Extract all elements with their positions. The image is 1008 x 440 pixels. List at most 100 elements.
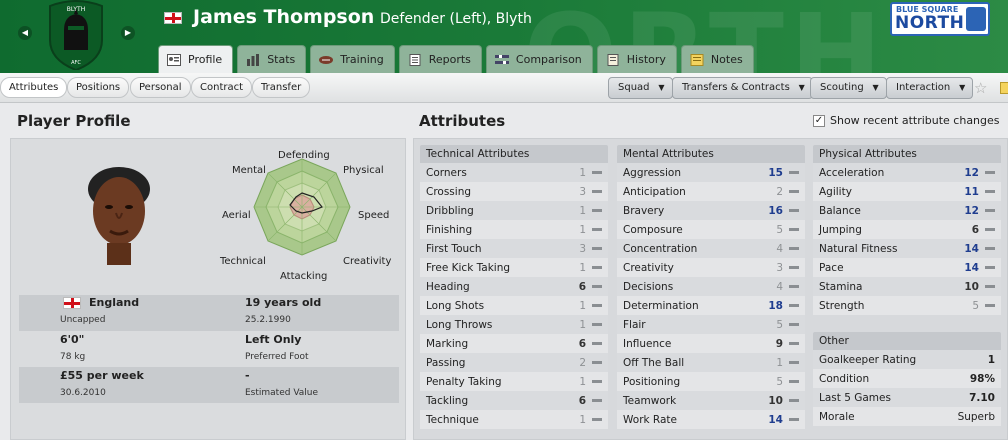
trend-icon <box>586 171 608 174</box>
attribute-row[interactable]: Concentration 4 <box>617 239 805 258</box>
attribute-value: 3 <box>776 261 783 274</box>
trend-icon <box>979 247 1001 250</box>
scouting-dropdown[interactable]: Scouting ▼ <box>810 77 887 99</box>
trend-icon <box>783 323 805 326</box>
attribute-value: 2 <box>776 185 783 198</box>
attribute-row[interactable]: Corners 1 <box>420 163 608 182</box>
transfers-contracts-dropdown[interactable]: Transfers & Contracts ▼ <box>672 77 813 99</box>
trend-icon <box>979 304 1001 307</box>
attributes-title: Attributes <box>419 112 506 130</box>
attribute-name: Stamina <box>819 280 863 293</box>
attribute-row[interactable]: Tackling 6 <box>420 391 608 410</box>
tab-label: Stats <box>267 53 296 66</box>
subtab-attributes[interactable]: Attributes <box>0 77 68 98</box>
attribute-row[interactable]: Bravery 16 <box>617 201 805 220</box>
dropdown-label: Transfers & Contracts <box>682 82 790 93</box>
attribute-name: Tackling <box>426 394 469 407</box>
attribute-row[interactable]: Technique 1 <box>420 410 608 429</box>
player-age: 19 years old <box>245 296 322 309</box>
attribute-row[interactable]: Dribbling 1 <box>420 201 608 220</box>
squad-dropdown[interactable]: Squad ▼ <box>608 77 673 99</box>
attribute-value: 6 <box>578 337 586 350</box>
attribute-row[interactable]: Creativity 3 <box>617 258 805 277</box>
attribute-row[interactable]: Anticipation 2 <box>617 182 805 201</box>
attribute-row[interactable]: Pace 14 <box>813 258 1001 277</box>
attribute-row[interactable]: Decisions 4 <box>617 277 805 296</box>
attribute-row[interactable]: Aggression 15 <box>617 163 805 182</box>
attribute-value: 1 <box>579 299 586 312</box>
attribute-row[interactable]: Influence 9 <box>617 334 805 353</box>
attribute-value: 6 <box>578 394 586 407</box>
radar-label-mental: Mental <box>232 165 266 176</box>
attribute-row[interactable]: Free Kick Taking 1 <box>420 258 608 277</box>
other-info-row: Goalkeeper Rating 1 <box>813 350 1001 369</box>
show-changes-checkbox[interactable]: ✓ <box>813 115 825 127</box>
trend-icon <box>586 304 608 307</box>
player-position-club: Defender (Left), Blyth <box>380 11 532 27</box>
nation-flag-icon <box>164 12 182 24</box>
attribute-row[interactable]: Positioning 5 <box>617 372 805 391</box>
subtab-positions[interactable]: Positions <box>67 77 130 98</box>
radar-label-defending: Defending <box>278 150 330 161</box>
attribute-row[interactable]: Natural Fitness 14 <box>813 239 1001 258</box>
add-note-icon[interactable] <box>1000 82 1008 94</box>
attribute-radar-chart <box>253 158 351 256</box>
attribute-row[interactable]: Strength 5 <box>813 296 1001 315</box>
show-changes-label: Show recent attribute changes <box>830 114 1000 127</box>
attribute-row[interactable]: Heading 6 <box>420 277 608 296</box>
preferred-foot-label: Preferred Foot <box>245 352 309 362</box>
next-player-button[interactable]: ▶ <box>121 26 135 40</box>
attribute-row[interactable]: Stamina 10 <box>813 277 1001 296</box>
shortlist-star-icon[interactable]: ☆ <box>974 79 987 97</box>
tab-reports[interactable]: Reports <box>398 45 482 73</box>
attribute-value: 14 <box>768 413 783 426</box>
trend-icon <box>979 228 1001 231</box>
attribute-name: Corners <box>426 166 467 179</box>
attribute-row[interactable]: Long Throws 1 <box>420 315 608 334</box>
attribute-row[interactable]: Crossing 3 <box>420 182 608 201</box>
trend-icon <box>586 342 608 345</box>
attribute-row[interactable]: Acceleration 12 <box>813 163 1001 182</box>
physical-attributes-header: Physical Attributes <box>813 145 1001 163</box>
attribute-value: 5 <box>776 318 783 331</box>
interaction-dropdown[interactable]: Interaction ▼ <box>886 77 974 99</box>
trend-icon <box>586 361 608 364</box>
tab-history[interactable]: History <box>596 45 677 73</box>
attribute-row[interactable]: Passing 2 <box>420 353 608 372</box>
player-profile-panel: Defending Physical Speed Creativity Atta… <box>10 138 406 440</box>
trend-icon <box>783 380 805 383</box>
subtab-contract[interactable]: Contract <box>191 77 253 98</box>
tab-training[interactable]: Training <box>310 45 395 73</box>
attribute-row[interactable]: Off The Ball 1 <box>617 353 805 372</box>
attribute-row[interactable]: Teamwork 10 <box>617 391 805 410</box>
tab-notes[interactable]: Notes <box>680 45 754 73</box>
tab-comparison[interactable]: Comparison <box>485 45 593 73</box>
attribute-row[interactable]: Finishing 1 <box>420 220 608 239</box>
attribute-row[interactable]: Long Shots 1 <box>420 296 608 315</box>
other-info-label: Last 5 Games <box>819 391 891 404</box>
tab-profile[interactable]: Profile <box>158 45 234 73</box>
attribute-row[interactable]: First Touch 3 <box>420 239 608 258</box>
attribute-name: Marking <box>426 337 469 350</box>
other-info-label: Condition <box>819 372 870 385</box>
attribute-name: Positioning <box>623 375 681 388</box>
attribute-row[interactable]: Marking 6 <box>420 334 608 353</box>
attribute-row[interactable]: Penalty Taking 1 <box>420 372 608 391</box>
attribute-row[interactable]: Flair 5 <box>617 315 805 334</box>
other-info-row: Condition 98% <box>813 369 1001 388</box>
league-logo: BLUE SQUARE NORTH <box>890 2 990 36</box>
attribute-row[interactable]: Composure 5 <box>617 220 805 239</box>
attribute-row[interactable]: Jumping 6 <box>813 220 1001 239</box>
attribute-row[interactable]: Determination 18 <box>617 296 805 315</box>
subtab-transfer[interactable]: Transfer <box>252 77 311 98</box>
attribute-row[interactable]: Balance 12 <box>813 201 1001 220</box>
previous-player-button[interactable]: ◀ <box>18 26 32 40</box>
bio-row-wage-value: £55 per week 30.6.2010 - Estimated Value <box>19 367 399 403</box>
subtab-personal[interactable]: Personal <box>130 77 191 98</box>
tab-stats[interactable]: Stats <box>237 45 307 73</box>
attribute-row[interactable]: Agility 11 <box>813 182 1001 201</box>
attribute-row[interactable]: Work Rate 14 <box>617 410 805 429</box>
attribute-name: Technique <box>426 413 479 426</box>
attribute-name: Dribbling <box>426 204 474 217</box>
attribute-name: Teamwork <box>623 394 677 407</box>
